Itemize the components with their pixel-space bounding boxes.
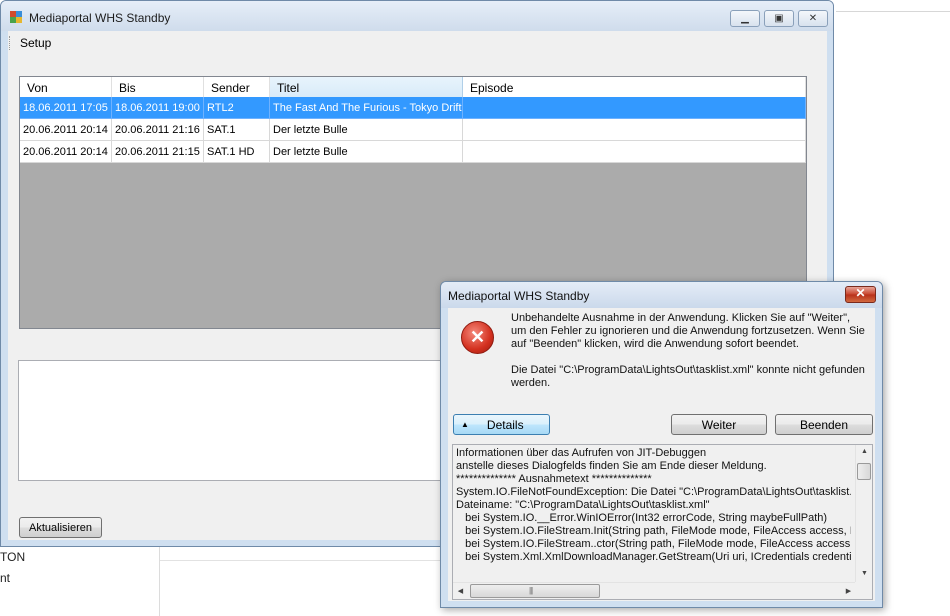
close-button[interactable]: ✕ bbox=[798, 10, 828, 27]
chevron-up-icon: ▲ bbox=[461, 420, 469, 429]
details-button-label: Details bbox=[486, 417, 524, 432]
cell-bis: 18.06.2011 19:00 bbox=[112, 97, 204, 119]
details-line: bei System.IO.FileStream..ctor(String pa… bbox=[465, 538, 851, 550]
arrow-down-icon[interactable]: ▼ bbox=[856, 567, 872, 582]
cell-titel: Der letzte Bulle bbox=[270, 119, 463, 141]
details-line: bei System.IO.FileStream.Init(String pat… bbox=[465, 525, 851, 537]
error-dialog: Mediaportal WHS Standby ✕ ✕ Unbehandelte… bbox=[440, 281, 883, 608]
details-line: anstelle dieses Dialogfelds finden Sie a… bbox=[456, 460, 767, 472]
cell-von: 18.06.2011 17:05 bbox=[20, 97, 112, 119]
details-line: System.IO.FileNotFoundException: Die Dat… bbox=[456, 486, 851, 498]
details-line: Dateiname: "C:\ProgramData\LightsOut\tas… bbox=[456, 499, 710, 511]
cell-episode bbox=[463, 97, 806, 119]
column-header-von[interactable]: Von bbox=[20, 77, 112, 97]
scrollbar-corner bbox=[855, 582, 872, 599]
cell-bis: 20.06.2011 21:15 bbox=[112, 141, 204, 163]
details-button[interactable]: ▲ Details bbox=[453, 414, 550, 435]
cell-sender: SAT.1 bbox=[204, 119, 270, 141]
arrow-left-icon[interactable]: ◀ bbox=[453, 583, 468, 599]
table-row[interactable]: 18.06.2011 17:05 18.06.2011 19:00 RTL2 T… bbox=[20, 97, 806, 119]
arrow-up-icon[interactable]: ▲ bbox=[856, 445, 872, 460]
continue-button[interactable]: Weiter bbox=[671, 414, 767, 435]
background-window-edge bbox=[836, 0, 950, 12]
cell-titel: The Fast And The Furious - Tokyo Drift bbox=[270, 97, 463, 119]
dialog-message: Unbehandelte Ausnahme in der Anwendung. … bbox=[511, 312, 867, 403]
maximize-icon: ▣ bbox=[774, 13, 784, 24]
column-header-episode[interactable]: Episode bbox=[463, 77, 806, 97]
cell-von: 20.06.2011 20:14 bbox=[20, 141, 112, 163]
cell-episode bbox=[463, 119, 806, 141]
minimize-icon: ▁ bbox=[741, 13, 749, 24]
menu-setup[interactable]: Setup bbox=[20, 36, 51, 50]
cell-sender: SAT.1 HD bbox=[204, 141, 270, 163]
cell-titel: Der letzte Bulle bbox=[270, 141, 463, 163]
close-icon: ✕ bbox=[808, 13, 818, 24]
menu-grip[interactable] bbox=[9, 36, 12, 50]
details-line: bei System.Xml.XmlDownloadManager.GetStr… bbox=[465, 551, 851, 563]
table-row[interactable]: 20.06.2011 20:14 20.06.2011 21:16 SAT.1 … bbox=[20, 119, 806, 141]
cell-sender: RTL2 bbox=[204, 97, 270, 119]
horizontal-scrollbar[interactable]: ◀ ||| ▶ bbox=[453, 582, 856, 599]
dialog-client-area: ✕ Unbehandelte Ausnahme in der Anwendung… bbox=[448, 308, 875, 601]
details-line: ************** Ausnahmetext ************… bbox=[456, 473, 652, 485]
close-icon: ✕ bbox=[855, 286, 866, 300]
quit-button[interactable]: Beenden bbox=[775, 414, 873, 435]
column-header-bis[interactable]: Bis bbox=[112, 77, 204, 97]
background-text: TON bbox=[0, 550, 26, 564]
details-line: bei System.IO.__Error.WinIOError(Int32 e… bbox=[456, 512, 828, 524]
listview-header: Von Bis Sender Titel Episode bbox=[20, 77, 806, 97]
scrollbar-thumb[interactable] bbox=[857, 463, 871, 480]
app-icon[interactable] bbox=[10, 11, 22, 23]
background-text: nt bbox=[0, 571, 11, 585]
dialog-titlebar[interactable]: Mediaportal WHS Standby ✕ bbox=[441, 282, 882, 308]
cell-von: 20.06.2011 20:14 bbox=[20, 119, 112, 141]
details-textbox[interactable]: Informationen über das Aufrufen von JIT-… bbox=[452, 444, 873, 600]
minimize-button[interactable]: ▁ bbox=[730, 10, 760, 27]
cell-bis: 20.06.2011 21:16 bbox=[112, 119, 204, 141]
maximize-button[interactable]: ▣ bbox=[764, 10, 794, 27]
dialog-close-button[interactable]: ✕ bbox=[845, 286, 876, 303]
file-not-found-message: Die Datei "C:\ProgramData\LightsOut\task… bbox=[511, 364, 865, 389]
window-title: Mediaportal WHS Standby bbox=[29, 11, 171, 25]
column-header-titel[interactable]: Titel bbox=[270, 77, 463, 97]
details-text: Informationen über das Aufrufen von JIT-… bbox=[456, 447, 851, 583]
dialog-title: Mediaportal WHS Standby bbox=[448, 289, 590, 303]
window-controls: ▁ ▣ ✕ bbox=[726, 10, 828, 27]
background-divider bbox=[160, 560, 460, 561]
error-icon: ✕ bbox=[461, 321, 494, 354]
error-message: Unbehandelte Ausnahme in der Anwendung. … bbox=[511, 312, 865, 350]
vertical-scrollbar[interactable]: ▲ ▼ bbox=[855, 445, 872, 582]
arrow-right-icon[interactable]: ▶ bbox=[841, 583, 856, 599]
column-header-sender[interactable]: Sender bbox=[204, 77, 270, 97]
scrollbar-thumb[interactable]: ||| bbox=[470, 584, 600, 598]
refresh-button[interactable]: Aktualisieren bbox=[19, 517, 102, 538]
main-titlebar[interactable]: Mediaportal WHS Standby ▁ ▣ ✕ bbox=[1, 1, 833, 31]
menu-bar: Setup bbox=[8, 31, 827, 55]
table-row[interactable]: 20.06.2011 20:14 20.06.2011 21:15 SAT.1 … bbox=[20, 141, 806, 163]
details-line: Informationen über das Aufrufen von JIT-… bbox=[456, 447, 707, 459]
cell-episode bbox=[463, 141, 806, 163]
